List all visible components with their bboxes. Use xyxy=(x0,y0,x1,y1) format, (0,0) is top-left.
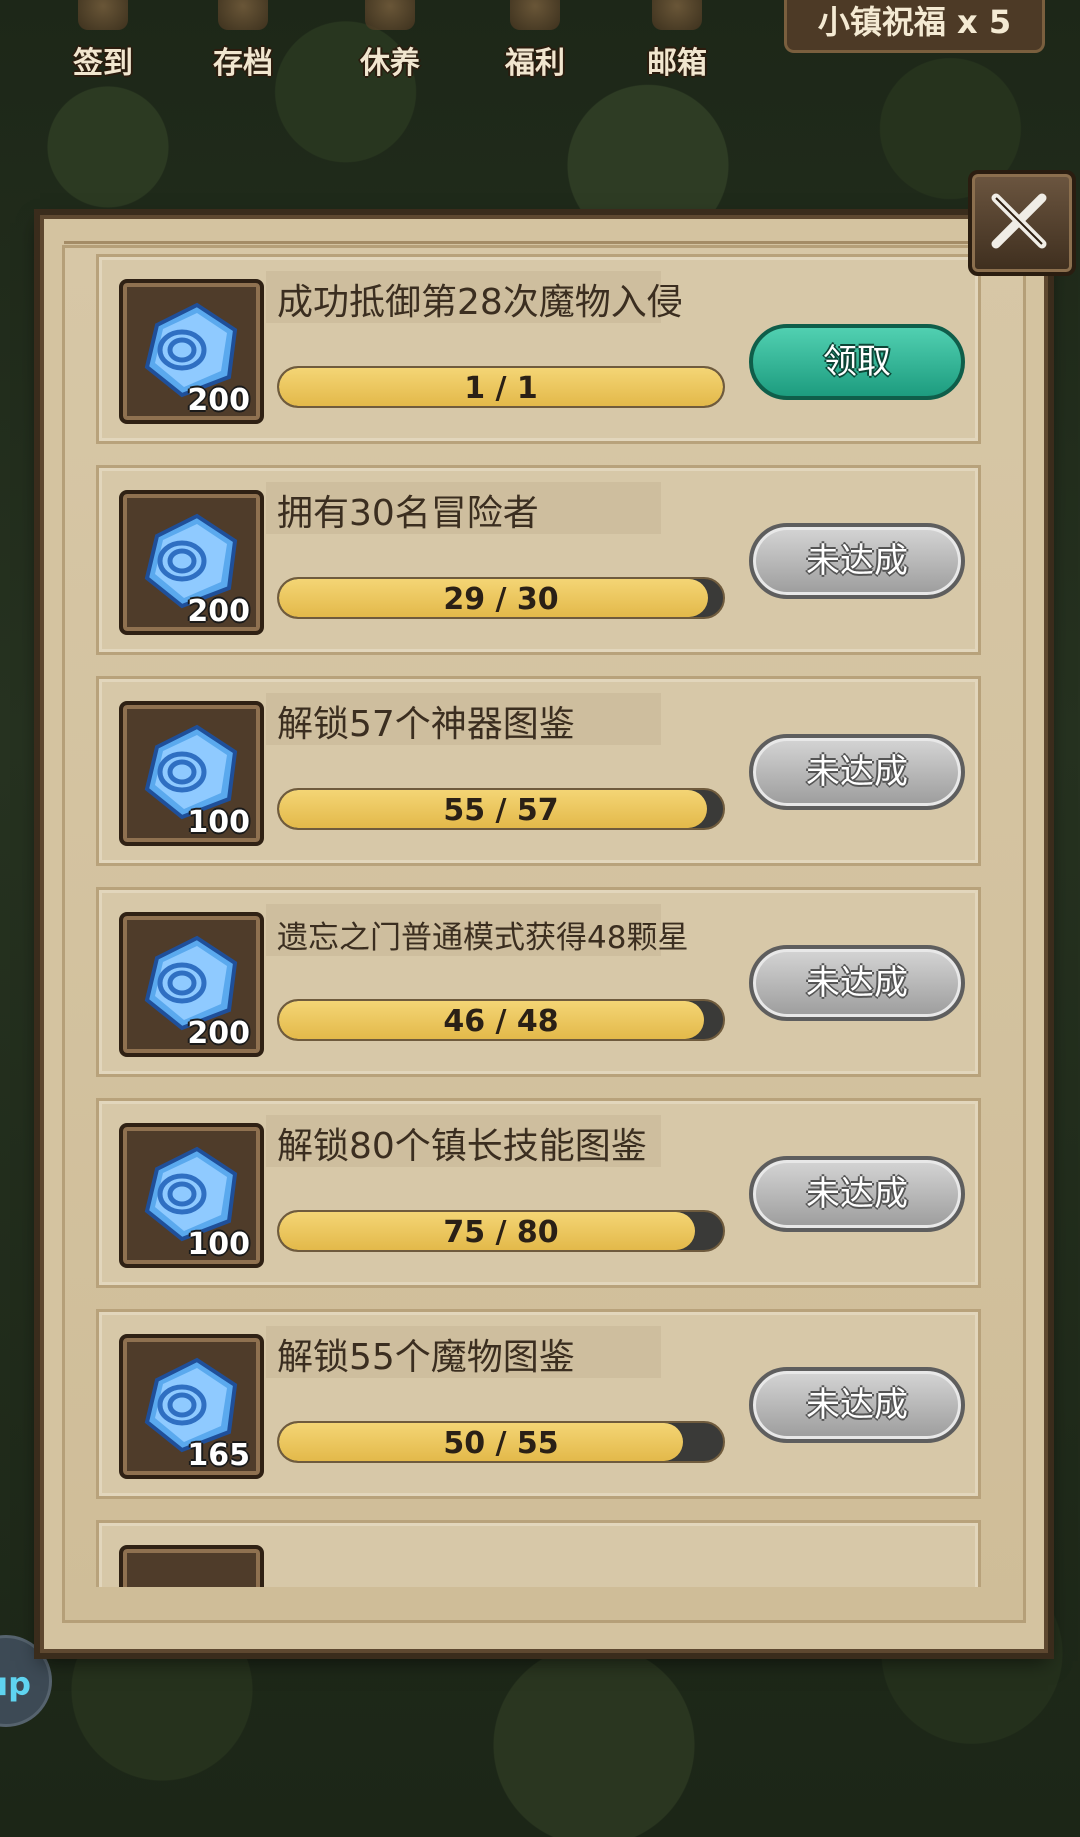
task-row-partial xyxy=(96,1520,981,1587)
reward-amount: 100 xyxy=(187,1227,250,1262)
claim-button[interactable]: 领取 xyxy=(749,324,965,400)
progress-bar: 55 / 57 xyxy=(277,788,725,830)
mail-icon xyxy=(652,0,702,30)
progress-text: 1 / 1 xyxy=(464,371,538,406)
reward-amount: 165 xyxy=(187,1438,250,1473)
nav-rest-label: 休养 xyxy=(360,46,420,81)
progress-text: 50 / 55 xyxy=(443,1426,559,1461)
task-title: 拥有30名冒险者 xyxy=(277,493,539,534)
not-achieved-button[interactable]: 未达成 xyxy=(749,1156,965,1232)
reward-icon-frame: 200 xyxy=(119,490,264,635)
not-achieved-button[interactable]: 未达成 xyxy=(749,1367,965,1443)
progress-bar: 75 / 80 xyxy=(277,1210,725,1252)
crossed-swords-close-icon xyxy=(991,193,1047,249)
reward-amount: 200 xyxy=(187,383,250,418)
reward-icon-frame: 100 xyxy=(119,701,264,846)
task-row: 200 遗忘之门普通模式获得48颗星 46 / 48 未达成 xyxy=(96,887,981,1077)
achievement-panel: 200 成功抵御第28次魔物入侵 1 / 1 领取 200 拥有30名冒险者 2… xyxy=(40,215,1048,1653)
nav-mail[interactable]: 邮箱 xyxy=(622,0,732,81)
task-title: 解锁55个魔物图鉴 xyxy=(277,1337,575,1378)
task-title: 遗忘之门普通模式获得48颗星 xyxy=(277,920,689,956)
nav-rest[interactable]: 休养 xyxy=(335,0,445,81)
reward-icon-frame xyxy=(119,1545,264,1587)
reward-icon-frame: 100 xyxy=(119,1123,264,1268)
top-nav: 签到 存档 休养 福利 邮箱 小镇祝福 x 5 xyxy=(0,0,1080,81)
nav-welfare[interactable]: 福利 xyxy=(480,0,590,81)
task-row: 200 拥有30名冒险者 29 / 30 未达成 xyxy=(96,465,981,655)
reward-amount: 200 xyxy=(187,1016,250,1051)
progress-bar: 29 / 30 xyxy=(277,577,725,619)
welfare-icon xyxy=(510,0,560,30)
task-title: 成功抵御第28次魔物入侵 xyxy=(277,282,683,323)
not-achieved-button[interactable]: 未达成 xyxy=(749,523,965,599)
task-row: 165 解锁55个魔物图鉴 50 / 55 未达成 xyxy=(96,1309,981,1499)
reward-icon-frame: 165 xyxy=(119,1334,264,1479)
task-row: 200 成功抵御第28次魔物入侵 1 / 1 领取 xyxy=(96,254,981,444)
task-row: 100 解锁80个镇长技能图鉴 75 / 80 未达成 xyxy=(96,1098,981,1288)
progress-text: 55 / 57 xyxy=(443,793,559,828)
not-achieved-button[interactable]: 未达成 xyxy=(749,945,965,1021)
task-title: 解锁57个神器图鉴 xyxy=(277,704,575,745)
not-achieved-button[interactable]: 未达成 xyxy=(749,734,965,810)
reward-amount: 200 xyxy=(187,594,250,629)
reward-icon-frame: 200 xyxy=(119,912,264,1057)
progress-bar: 46 / 48 xyxy=(277,999,725,1041)
sign-in-icon xyxy=(78,0,128,30)
progress-bar: 1 / 1 xyxy=(277,366,725,408)
town-blessing-badge[interactable]: 小镇祝福 x 5 xyxy=(784,0,1045,53)
nav-save-label: 存档 xyxy=(213,46,273,81)
progress-text: 29 / 30 xyxy=(443,582,559,617)
progress-text: 46 / 48 xyxy=(443,1004,559,1039)
progress-bar: 50 / 55 xyxy=(277,1421,725,1463)
nav-mail-label: 邮箱 xyxy=(647,46,707,81)
task-row: 100 解锁57个神器图鉴 55 / 57 未达成 xyxy=(96,676,981,866)
panel-decor-line xyxy=(64,227,984,244)
nav-welfare-label: 福利 xyxy=(505,46,565,81)
task-list[interactable]: 200 成功抵御第28次魔物入侵 1 / 1 领取 200 拥有30名冒险者 2… xyxy=(96,254,981,1587)
nav-save[interactable]: 存档 xyxy=(188,0,298,81)
close-button[interactable] xyxy=(968,170,1076,276)
reward-icon-frame: 200 xyxy=(119,279,264,424)
nav-sign-in[interactable]: 签到 xyxy=(48,0,158,81)
rest-icon xyxy=(365,0,415,30)
task-title: 解锁80个镇长技能图鉴 xyxy=(277,1126,647,1167)
nav-sign-in-label: 签到 xyxy=(73,46,133,81)
save-icon xyxy=(218,0,268,30)
progress-text: 75 / 80 xyxy=(443,1215,559,1250)
reward-amount: 100 xyxy=(187,805,250,840)
